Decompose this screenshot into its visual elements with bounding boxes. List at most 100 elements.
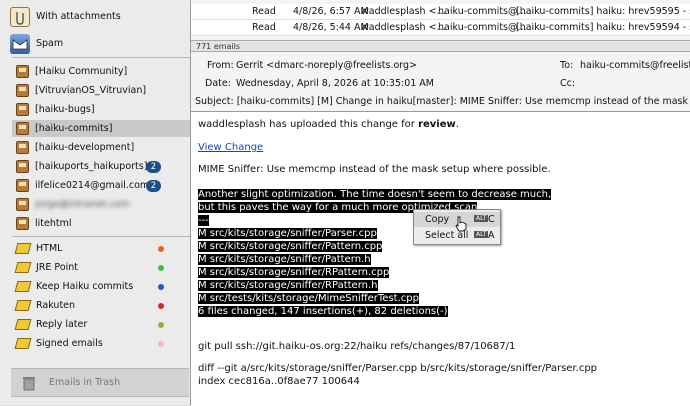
attachment-query-icon (10, 6, 30, 27)
email-from: waddlesplash <... (361, 22, 446, 33)
sidebar-item-label: ilfelice0214@gmail.com (35, 180, 150, 191)
email-subject: [haiku-commits] haiku: hrev59594 - src/s… (516, 22, 690, 33)
mailbox-icon (16, 160, 29, 173)
sidebar-item-label: With attachments (36, 11, 121, 22)
sidebar-item-gmail[interactable]: ilfelice0214@gmail.com 2 (6, 177, 184, 194)
sidebar-item-with-attachments[interactable]: With attachments (6, 6, 184, 27)
subject-line: Subject: [haiku-commits] [M] Change in h… (195, 96, 690, 107)
sidebar-label-jre-point[interactable]: JRE Point (6, 259, 184, 276)
selected-text: M src/kits/storage/sniffer/Pattern.h (198, 254, 371, 265)
sidebar-label-rakuten[interactable]: Rakuten (6, 297, 184, 314)
selected-line: Another slight optimization. The time do… (198, 189, 552, 200)
email-to: haiku-commits@... (438, 6, 527, 17)
selected-text: M src/kits/storage/sniffer/Pattern.cpp (198, 241, 383, 252)
sidebar-item-litehtml[interactable]: litehtml (6, 215, 184, 232)
trash-button[interactable]: Emails in Trash (11, 368, 189, 397)
unread-badge: 2 (146, 179, 161, 192)
to-label: To: (560, 60, 574, 71)
sidebar-label-signed-emails[interactable]: Signed emails (6, 335, 184, 352)
date-label: Date: (205, 78, 231, 89)
email-status: Read (252, 22, 276, 33)
sidebar-item-blurred-account[interactable]: jorge@intranet.com (6, 196, 184, 213)
mailbox-icon (16, 65, 29, 78)
to-value[interactable]: haiku-commits@freelists.org (580, 60, 690, 71)
selected-text: M src/kits/storage/sniffer/Parser.cpp (198, 228, 377, 239)
sidebar-label-reply-later[interactable]: Reply later (6, 316, 184, 333)
mail-pane: Read 4/8/26, 6:57 AM waddlesplash <... h… (191, 0, 690, 406)
sidebar-item-label: Spam (36, 38, 64, 49)
label-color-dot (158, 264, 164, 271)
message-body[interactable]: waddlesplash has uploaded this change fo… (191, 111, 690, 406)
sidebar-item-label: litehtml (35, 218, 72, 229)
tag-icon (14, 338, 32, 349)
trash-icon (21, 375, 37, 391)
shortcut-key: ALT (474, 215, 489, 222)
label-color-dot (158, 283, 164, 290)
divider (12, 236, 190, 237)
mailbox-icon (16, 122, 29, 135)
sidebar-item-label: Reply later (36, 319, 88, 330)
sidebar-item-label: [haiku-development] (35, 142, 135, 153)
mailbox-icon (16, 217, 29, 230)
selected-line: M src/kits/storage/sniffer/Pattern.cpp (198, 241, 383, 252)
git-pull-line: git pull ssh://git.haiku-os.org:22/haiku… (198, 341, 516, 352)
sidebar-label-keep-haiku-commits[interactable]: Keep Haiku commits (6, 278, 184, 295)
sidebar-item-label: [VitruvianOS_Vitruvian] (35, 85, 147, 96)
selected-line: M src/kits/storage/sniffer/Parser.cpp (198, 228, 377, 239)
tag-icon (14, 300, 32, 311)
selected-line: M src/kits/storage/sniffer/RPattern.cpp (198, 267, 390, 278)
tag-icon (14, 281, 32, 292)
sidebar-item-label: Signed emails (36, 338, 103, 349)
selected-line: M src/kits/storage/sniffer/Pattern.h (198, 254, 371, 265)
email-status: Read (252, 6, 276, 17)
intro-pre: waddlesplash has uploaded this change fo… (198, 119, 419, 130)
label-color-dot (158, 302, 164, 309)
subject-label: Subject: (195, 96, 234, 107)
sidebar-item-label: [haikuports_haikuports] (35, 161, 148, 172)
sidebar-item-label: Keep Haiku commits (36, 281, 134, 292)
email-count: 771 emails (191, 40, 690, 52)
sidebar-item-haiku-commits[interactable]: [haiku-commits] (12, 120, 190, 137)
summary-text: MIME Sniffer: Use memcmp instead of the … (198, 164, 551, 175)
menu-item-label: Copy (425, 214, 450, 225)
shortcut-letter: C (488, 214, 495, 225)
selected-text: Another slight optimization. The time do… (198, 189, 552, 200)
sidebar-item-haiku-development[interactable]: [haiku-development] (6, 139, 184, 156)
sidebar-item-label: JRE Point (36, 262, 79, 273)
sidebar-item-label: [Haiku Community] (35, 66, 128, 77)
tag-icon (14, 319, 32, 330)
selected-text: --- (198, 215, 209, 226)
sidebar-label-html[interactable]: HTML (6, 240, 184, 257)
email-date: 4/8/26, 5:44 AM (293, 22, 369, 33)
mailbox-icon (16, 141, 29, 154)
sidebar-item-haiku-community[interactable]: [Haiku Community] (6, 63, 184, 80)
mailbox-icon (16, 198, 29, 211)
selected-text: M src/kits/storage/sniffer/RPattern.h (198, 280, 378, 291)
diff-line: diff --git a/src/kits/storage/sniffer/Pa… (198, 363, 598, 374)
selected-line: M src/kits/storage/sniffer/RPattern.h (198, 280, 378, 291)
view-change-link[interactable]: View Change (198, 142, 263, 153)
unread-badge: 2 (146, 160, 161, 173)
selected-line: 6 files changed, 147 insertions(+), 82 d… (198, 306, 448, 317)
date-value: Wednesday, April 8, 2026 at 10:35:01 AM (236, 78, 435, 89)
email-row[interactable]: Read 4/8/26, 6:57 AM waddlesplash <... h… (191, 4, 690, 20)
sidebar-item-label: jorge@intranet.com (35, 199, 130, 210)
intro-text: waddlesplash has uploaded this change fo… (198, 119, 459, 130)
sidebar-item-label: Rakuten (36, 300, 76, 311)
email-to: haiku-commits@... (438, 22, 527, 33)
label-color-dot (158, 245, 164, 252)
mailbox-icon (16, 103, 29, 116)
sidebar-item-haiku-bugs[interactable]: [haiku-bugs] (6, 101, 184, 118)
cc-label: Cc: (560, 78, 576, 89)
selected-line: M src/tests/kits/storage/MimeSnifferTest… (198, 293, 419, 304)
sidebar-item-spam[interactable]: Spam (6, 33, 184, 54)
sidebar-item-haikuports[interactable]: [haikuports_haikuports] 2 (6, 158, 184, 175)
email-row[interactable]: Read 4/8/26, 5:44 AM waddlesplash <... h… (191, 20, 690, 36)
tag-icon (14, 243, 32, 254)
from-value[interactable]: Gerrit <dmarc-noreply@freelists.org> (236, 60, 417, 71)
shortcut-key: ALT (474, 231, 489, 238)
selected-line: --- (198, 215, 209, 226)
mailbox-icon (16, 84, 29, 97)
sidebar-item-vitruvianos[interactable]: [VitruvianOS_Vitruvian] (6, 82, 184, 99)
tag-icon (14, 262, 32, 273)
